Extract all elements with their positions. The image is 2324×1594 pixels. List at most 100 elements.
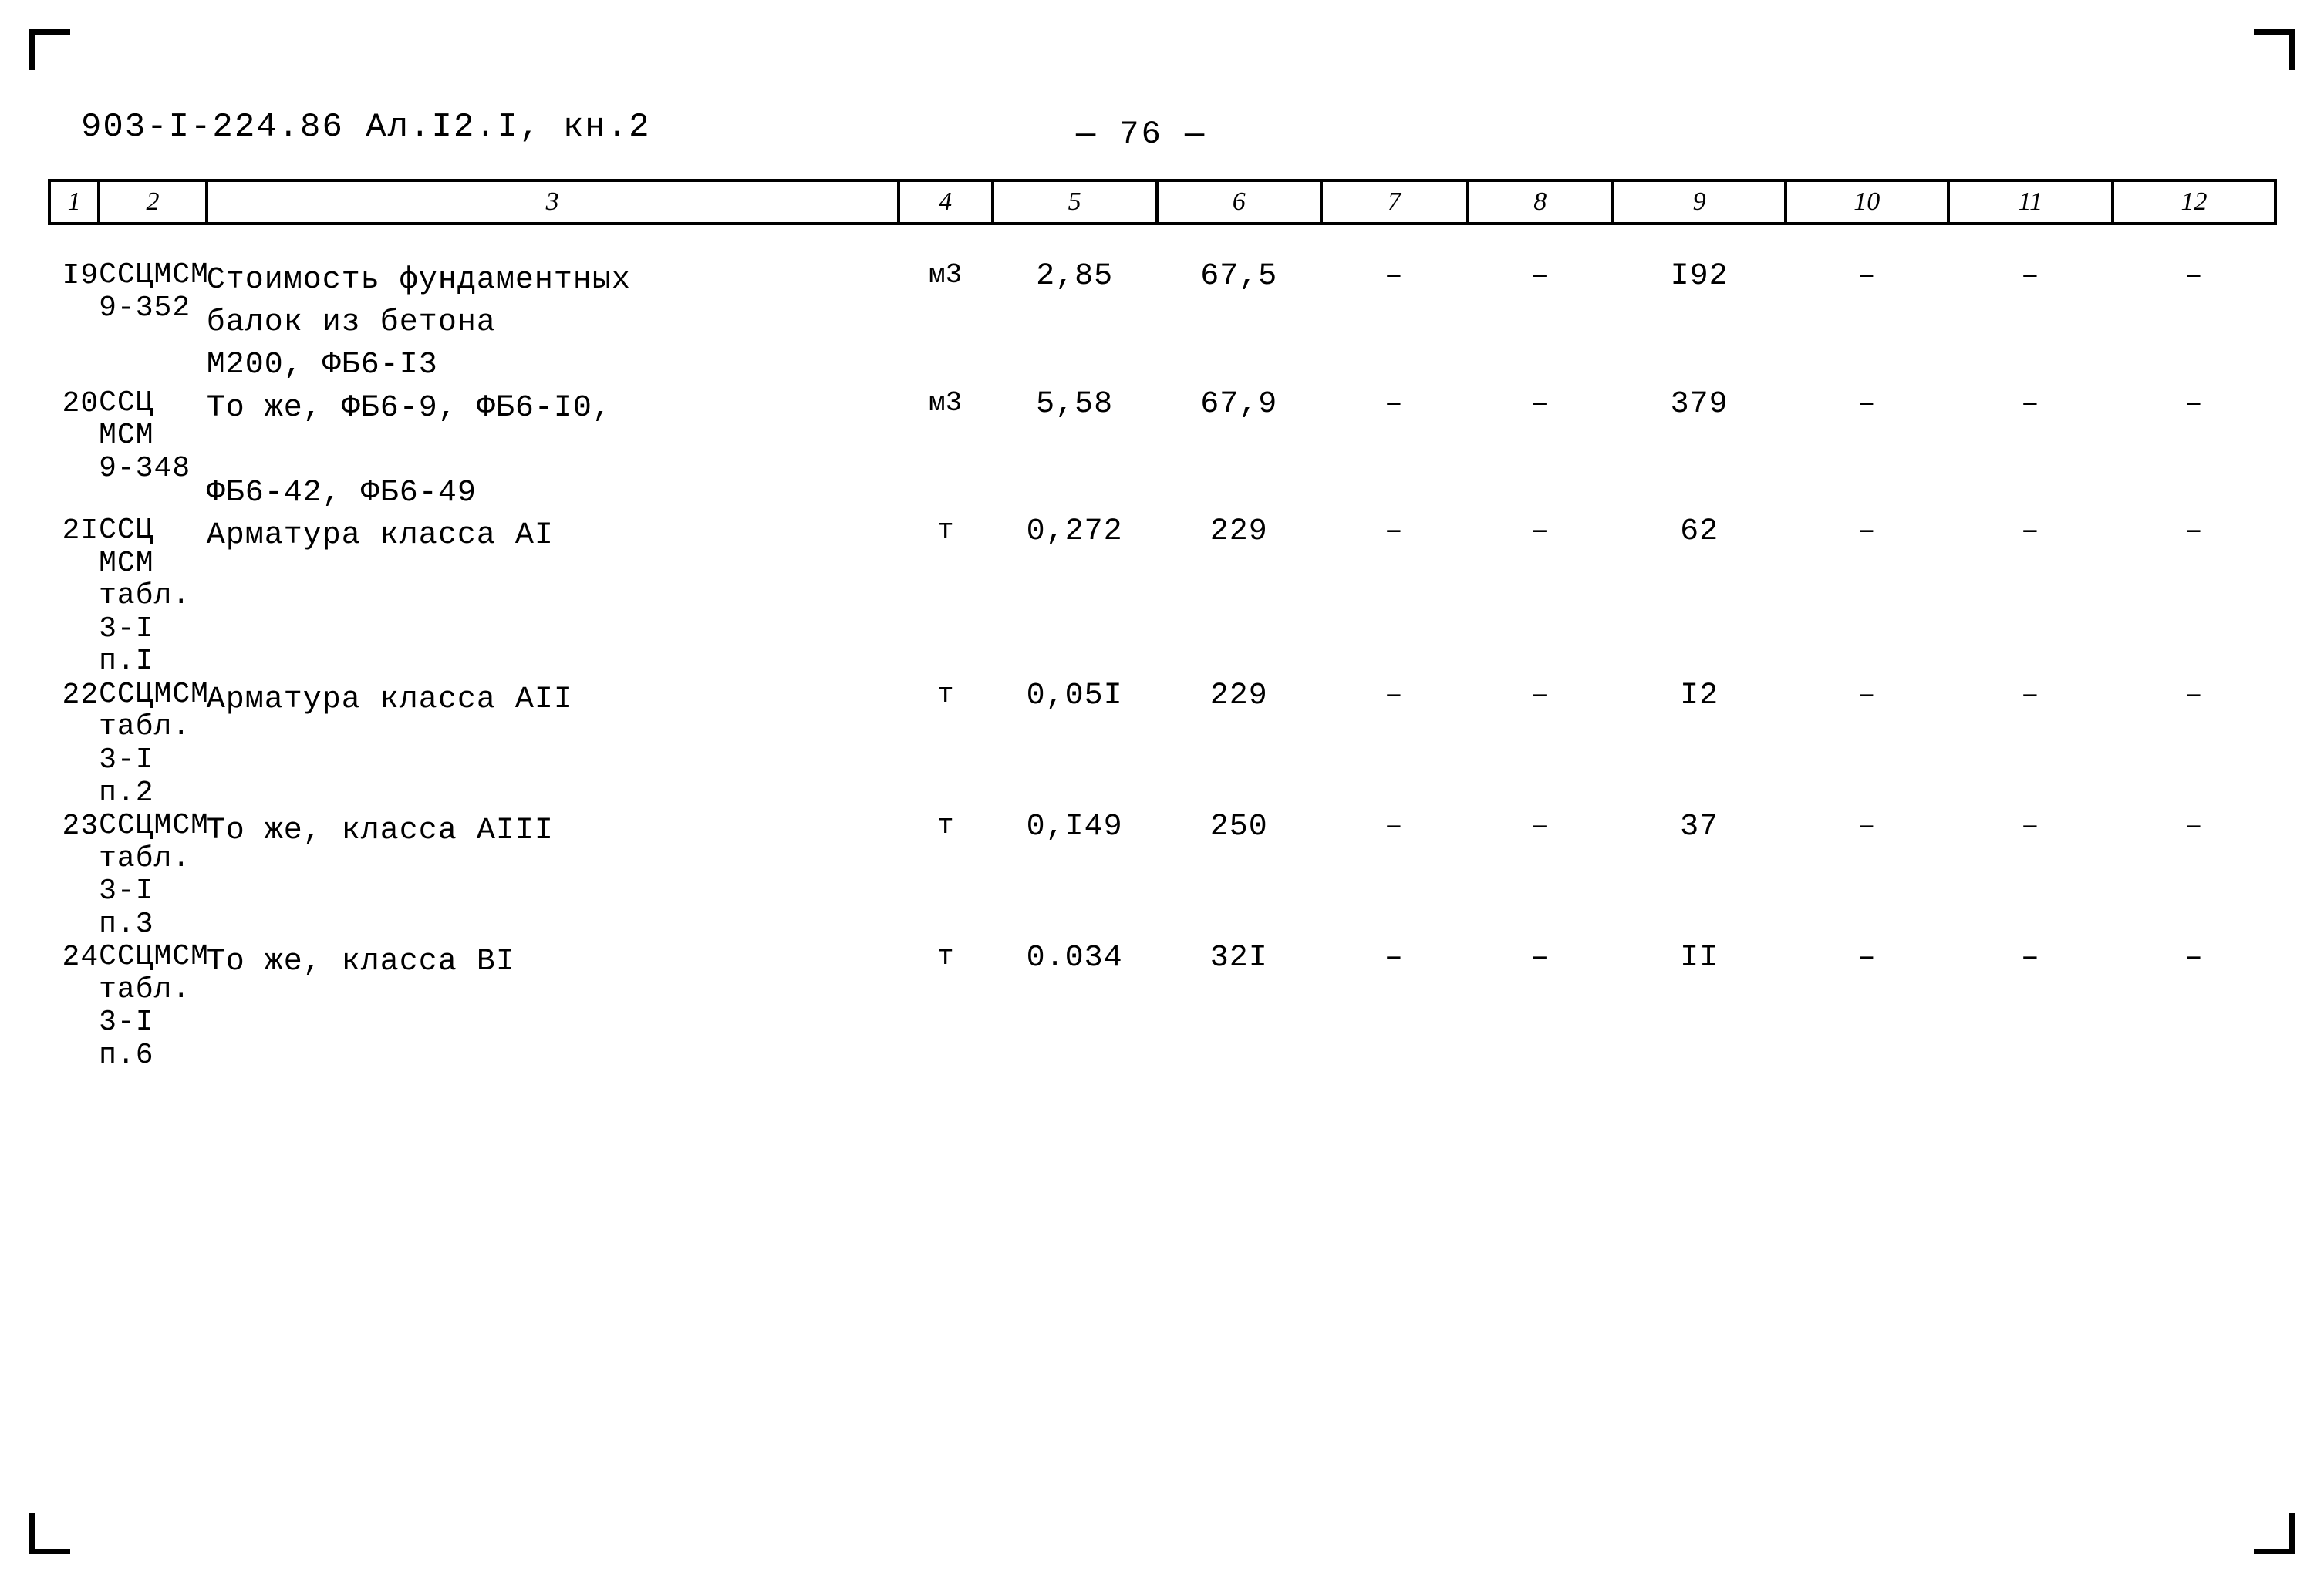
row-col10: – (1857, 941, 1877, 976)
row-position: 20 (62, 386, 100, 420)
row-col9: I2 (1680, 678, 1719, 713)
row-col10: – (1857, 259, 1877, 294)
row-col12: – (2184, 386, 2204, 422)
crop-mark-bottom-left (29, 1513, 70, 1554)
table-row: 24 ССЦМСМ табл. 3-I п.6 То же, класса ВI… (49, 940, 2275, 1072)
table-row: 20 ССЦ МСМ 9-348 То же, ФБ6-9, ФБ6-I0, Ф… (49, 386, 2275, 515)
row-col10: – (1857, 810, 1877, 845)
row-code: ССЦ МСМ табл. 3-I п.I (99, 514, 191, 679)
document-header-code: 903-I-224.86 Ал.I2.I, кн.2 (81, 108, 651, 147)
row-code: ССЦМСМ табл. 3-I п.3 (99, 809, 209, 941)
row-col6: 229 (1209, 678, 1268, 713)
row-col11: – (2020, 678, 2040, 713)
row-col6: 229 (1209, 514, 1268, 550)
row-col8: – (1530, 810, 1550, 845)
row-col6: 32I (1209, 941, 1268, 976)
row-unit: м3 (929, 259, 963, 291)
row-unit: т (936, 678, 954, 710)
row-unit: т (936, 941, 954, 973)
column-header-8: 8 (1466, 179, 1615, 225)
column-header-1: 1 (47, 179, 101, 225)
row-code: ССЦМСМ табл. 3-I п.6 (99, 940, 209, 1072)
row-code: ССЦ МСМ 9-348 (99, 386, 191, 485)
row-unit: т (936, 514, 954, 547)
row-col5: 2,85 (1036, 259, 1114, 294)
table-row: 2I ССЦ МСМ табл. 3-I п.I Арматура класса… (49, 514, 2275, 679)
row-code: ССЦМСМ табл. 3-I п.2 (99, 677, 209, 810)
column-header-6: 6 (1155, 179, 1323, 225)
row-col6: 67,5 (1200, 259, 1278, 294)
row-col7: – (1384, 810, 1404, 845)
row-col9: 379 (1670, 386, 1729, 422)
column-header-4: 4 (896, 179, 994, 225)
row-col8: – (1530, 259, 1550, 294)
row-col10: – (1857, 514, 1877, 550)
row-description: То же, ФБ6-9, ФБ6-I0, ФБ6-42, ФБ6-49 (206, 390, 612, 511)
crop-mark-top-left (29, 29, 70, 70)
row-description: Арматура класса АI (206, 518, 554, 554)
specification-table: 1 2 3 4 5 6 7 8 9 10 11 12 I9 ССЦМСМ 9-3… (47, 179, 2278, 1072)
row-col12: – (2184, 514, 2204, 550)
table-row: 22 ССЦМСМ табл. 3-I п.2 Арматура класса … (49, 677, 2275, 810)
row-position: 22 (62, 678, 100, 712)
row-col9: 62 (1680, 514, 1719, 550)
table-column-header-row: 1 2 3 4 5 6 7 8 9 10 11 12 (47, 179, 2278, 225)
row-col8: – (1530, 514, 1550, 550)
row-position: I9 (62, 259, 100, 292)
row-description: То же, класса АIII (206, 814, 554, 849)
row-unit: м3 (929, 386, 963, 419)
row-unit: т (936, 810, 954, 842)
table-row: 23 ССЦМСМ табл. 3-I п.3 То же, класса АI… (49, 809, 2275, 941)
row-col6: 67,9 (1200, 386, 1278, 422)
column-header-3: 3 (204, 179, 900, 225)
column-header-2: 2 (97, 179, 208, 225)
column-header-9: 9 (1611, 179, 1787, 225)
row-col11: – (2020, 259, 2040, 294)
row-col8: – (1530, 386, 1550, 422)
row-col11: – (2020, 514, 2040, 550)
row-description: Арматура класса АII (206, 682, 573, 717)
row-col7: – (1384, 941, 1404, 976)
row-description: Стоимость фундаментных балок из бетона М… (206, 263, 631, 383)
column-header-11: 11 (1946, 179, 2114, 225)
row-col8: – (1530, 941, 1550, 976)
table-row: I9 ССЦМСМ 9-352 Стоимость фундаментных б… (49, 258, 2275, 387)
row-col10: – (1857, 386, 1877, 422)
row-col5: 0,05I (1026, 678, 1123, 713)
row-col12: – (2184, 941, 2204, 976)
row-col11: – (2020, 386, 2040, 422)
row-col10: – (1857, 678, 1877, 713)
row-position: 24 (62, 941, 100, 975)
row-col7: – (1384, 514, 1404, 550)
row-col11: – (2020, 810, 2040, 845)
row-col5: 0,I49 (1026, 810, 1123, 845)
crop-mark-top-right (2254, 29, 2295, 70)
row-col11: – (2020, 941, 2040, 976)
row-col8: – (1530, 678, 1550, 713)
row-position: 2I (62, 514, 100, 548)
row-col12: – (2184, 810, 2204, 845)
row-code: ССЦМСМ 9-352 (99, 258, 209, 325)
row-col9: II (1680, 941, 1719, 976)
row-col7: – (1384, 678, 1404, 713)
column-header-12: 12 (2110, 179, 2278, 225)
row-col9: 37 (1680, 810, 1719, 845)
row-col5: 0.034 (1026, 941, 1123, 976)
table-top-spacer (49, 224, 2275, 259)
row-col12: – (2184, 259, 2204, 294)
row-col6: 250 (1209, 810, 1268, 845)
row-description: То же, класса ВI (206, 945, 515, 980)
row-col7: – (1384, 259, 1404, 294)
row-col5: 0,272 (1026, 514, 1123, 550)
page-number: — 76 — (1076, 116, 1207, 153)
row-position: 23 (62, 810, 100, 844)
row-col12: – (2184, 678, 2204, 713)
column-header-5: 5 (990, 179, 1159, 225)
column-header-10: 10 (1783, 179, 1950, 225)
column-header-7: 7 (1319, 179, 1469, 225)
row-col9: I92 (1670, 259, 1729, 294)
scanned-page: 903-I-224.86 Ал.I2.I, кн.2 — 76 — 1 2 3 … (0, 0, 2324, 1594)
row-col7: – (1384, 386, 1404, 422)
crop-mark-bottom-right (2254, 1513, 2295, 1554)
row-col5: 5,58 (1036, 386, 1114, 422)
